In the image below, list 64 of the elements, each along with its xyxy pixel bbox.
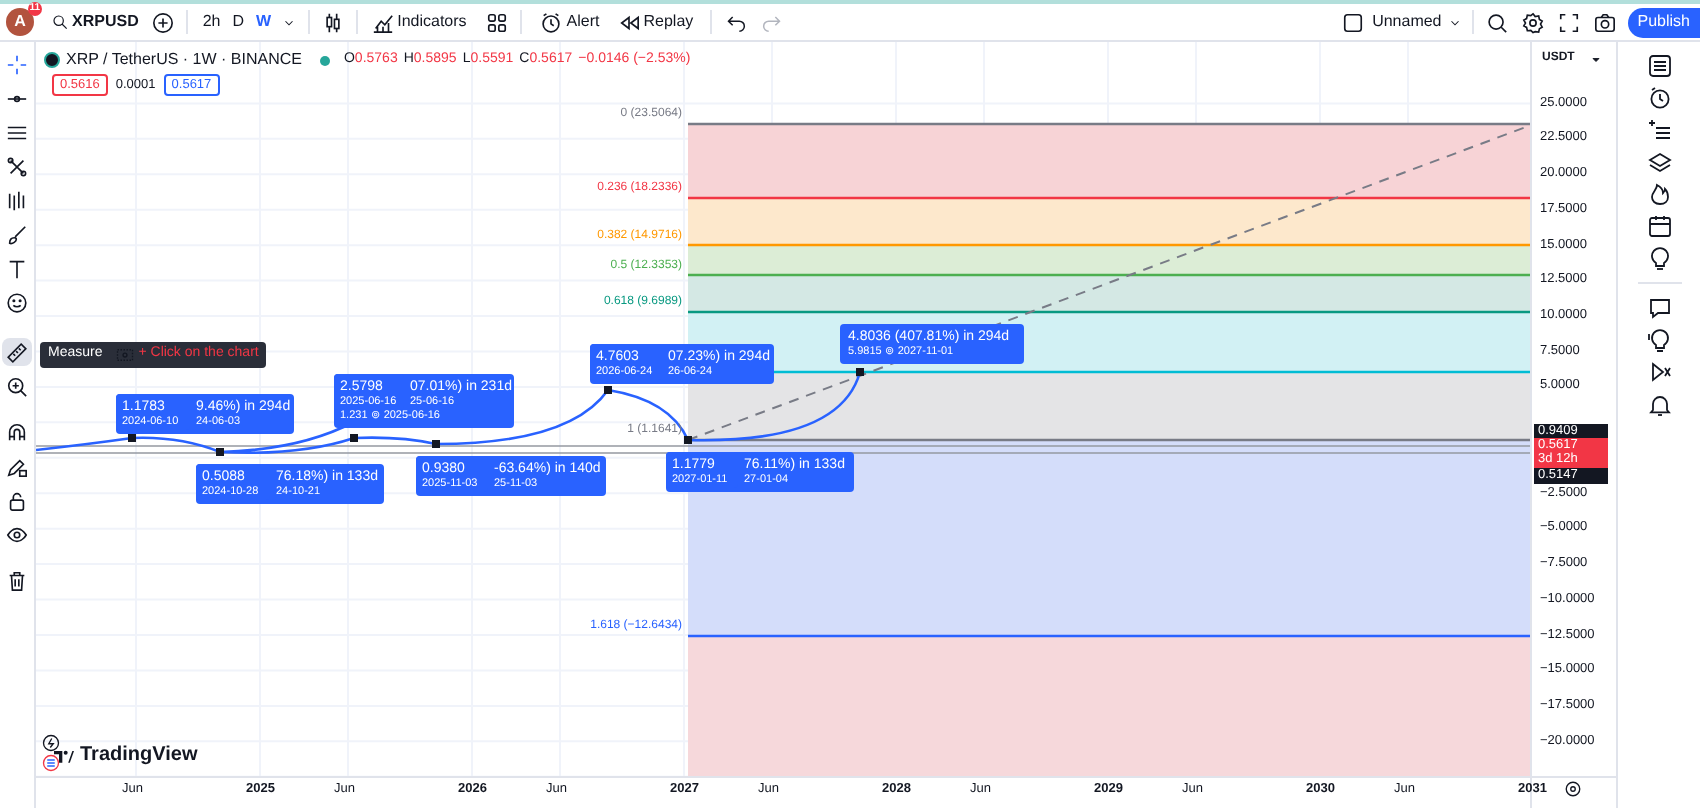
flame-icon[interactable] <box>1647 182 1671 206</box>
search-icon[interactable] <box>1485 11 1508 33</box>
list-icon[interactable] <box>1647 54 1671 78</box>
text-icon[interactable] <box>6 257 28 279</box>
anchor-point <box>432 440 440 448</box>
camera-icon[interactable] <box>1593 11 1616 33</box>
anchor-point <box>604 386 612 394</box>
lock-icon[interactable] <box>6 489 28 511</box>
settings-icon[interactable] <box>1564 780 1582 798</box>
bell-icon[interactable] <box>1647 392 1671 416</box>
layout-name-button[interactable]: Unnamed <box>1372 10 1442 34</box>
tradingview-logo-icon <box>52 745 76 765</box>
horizontal-lines-icon[interactable] <box>6 121 28 143</box>
candlestick-icon[interactable] <box>321 11 344 33</box>
nodes-icon[interactable] <box>6 155 28 177</box>
layers-icon[interactable] <box>1647 150 1671 174</box>
alarm-clock-icon[interactable] <box>1647 86 1671 110</box>
anchor-point <box>128 434 136 442</box>
caret-icon <box>1590 53 1602 65</box>
anchor-point <box>216 448 224 456</box>
magnet-icon[interactable] <box>6 421 28 443</box>
rewind-icon <box>617 11 640 33</box>
coin-logo-icon <box>44 52 60 68</box>
crosshair-icon[interactable] <box>6 53 28 75</box>
settings-icon[interactable] <box>1521 11 1544 33</box>
bars-icon[interactable] <box>6 189 28 211</box>
trash-icon[interactable] <box>6 569 28 591</box>
fullscreen-icon[interactable] <box>1557 11 1580 33</box>
add-circle-icon[interactable] <box>152 11 175 33</box>
smiley-icon[interactable] <box>6 291 28 313</box>
indicators-button[interactable]: Indicators <box>371 10 467 34</box>
anchor-point <box>684 436 692 444</box>
alert-button[interactable]: Alert <box>540 10 600 34</box>
ruler-icon[interactable] <box>6 341 28 363</box>
lightbulb-icon[interactable] <box>1647 246 1671 270</box>
anchor-point <box>856 368 864 376</box>
publish-button[interactable]: Publish <box>1627 7 1700 37</box>
brush-icon[interactable] <box>6 223 28 245</box>
interval-button[interactable]: W <box>256 10 272 34</box>
flag-icon[interactable] <box>42 754 60 772</box>
eye-icon[interactable] <box>6 523 28 545</box>
chat-icon[interactable] <box>1647 296 1671 320</box>
list-plus-icon[interactable] <box>1647 118 1671 142</box>
calendar-icon[interactable] <box>1647 214 1671 238</box>
zoom-in-icon[interactable] <box>6 375 28 397</box>
brand-name: TradingView <box>80 742 198 770</box>
pencil-lock-icon[interactable] <box>6 455 28 477</box>
symbol-search[interactable]: XRPUSD <box>52 10 139 34</box>
undo-icon[interactable] <box>725 12 746 32</box>
lightbulb-icon[interactable] <box>1647 328 1671 352</box>
chevron-down-icon[interactable] <box>1447 15 1462 29</box>
play-icon[interactable] <box>1647 360 1671 384</box>
chevron-down-icon[interactable] <box>281 15 296 29</box>
lightning-icon[interactable] <box>42 734 60 752</box>
alarm-clock-icon <box>540 11 563 33</box>
symbol-title: XRP / TetherUS · 1W · BINANCE <box>66 48 302 72</box>
interval-button[interactable]: D <box>232 10 245 34</box>
grid-icon[interactable] <box>486 11 509 33</box>
interval-button[interactable]: 2h <box>202 10 221 34</box>
anchor-point <box>350 434 358 442</box>
replay-button[interactable]: Replay <box>617 10 694 34</box>
chart-icon <box>371 11 394 33</box>
search-icon <box>52 14 68 30</box>
checkbox-icon[interactable] <box>1342 11 1365 33</box>
